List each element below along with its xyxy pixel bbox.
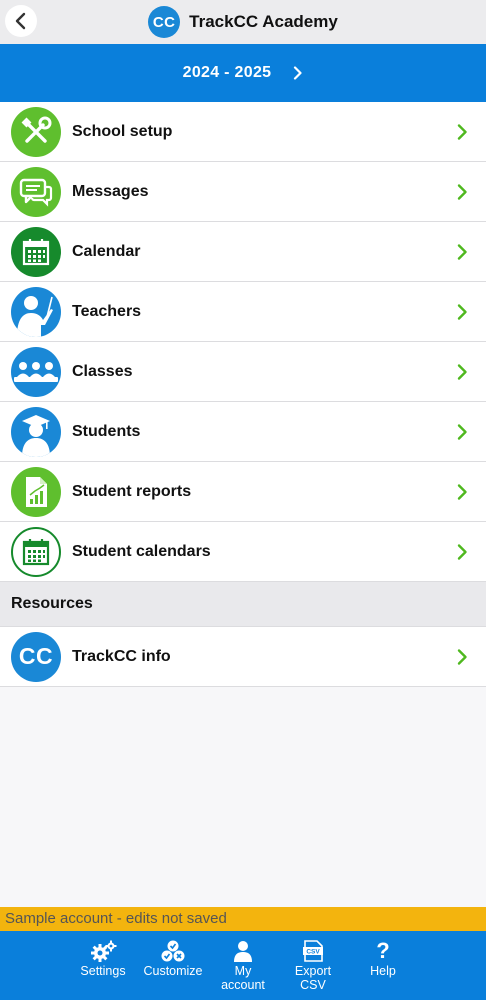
- chevron-right-icon: [457, 648, 468, 665]
- tab-label: Customize: [143, 964, 203, 978]
- chevron-right-icon: [457, 123, 468, 140]
- tab-my-account[interactable]: My account: [208, 931, 278, 1000]
- menu-item-label: TrackCC info: [72, 647, 171, 665]
- tab-help[interactable]: ? Help: [348, 931, 418, 1000]
- chevron-right-icon: [457, 243, 468, 260]
- menu-item-student-reports[interactable]: Student reports: [0, 462, 486, 522]
- chevron-right-icon: [457, 543, 468, 560]
- csv-file-icon: CSV: [302, 940, 324, 962]
- top-header: CC TrackCC Academy: [0, 0, 486, 44]
- menu-item-label: Student calendars: [72, 542, 211, 560]
- menu-item-school-setup[interactable]: School setup: [0, 102, 486, 162]
- trackcc-logo-icon: CC: [11, 631, 61, 682]
- svg-text:CSV: CSV: [306, 949, 320, 956]
- tab-label: My: [234, 964, 252, 978]
- menu-item-label: Student reports: [72, 482, 192, 500]
- menu-item-classes[interactable]: Classes: [0, 342, 486, 402]
- menu-item-label: Students: [72, 422, 141, 440]
- app-title: CC TrackCC Academy: [148, 6, 338, 38]
- bottom-tab-bar: Settings Customize My account CSV Export…: [0, 931, 486, 1000]
- tab-export-csv[interactable]: CSV Export CSV: [278, 931, 348, 1000]
- chevron-right-icon: [293, 66, 303, 80]
- tab-settings[interactable]: Settings: [68, 931, 138, 1000]
- tab-label: Settings: [80, 964, 126, 978]
- calendar-icon: [11, 226, 61, 277]
- report-chart-icon: [11, 466, 61, 517]
- app-logo: CC: [148, 6, 181, 38]
- menu-item-label: School setup: [72, 122, 173, 140]
- chevron-right-icon: [457, 483, 468, 500]
- wrench-screwdriver-icon: [11, 106, 61, 157]
- menu-item-label: Teachers: [72, 302, 142, 320]
- trackcc-logo-text: CC: [18, 643, 54, 669]
- question-mark-icon: ?: [376, 938, 390, 963]
- menu-item-students[interactable]: Students: [0, 402, 486, 462]
- menu-item-student-calendars[interactable]: Student calendars: [0, 522, 486, 582]
- menu-item-teachers[interactable]: Teachers: [0, 282, 486, 342]
- menu-item-calendar[interactable]: Calendar: [0, 222, 486, 282]
- calendar-outline-icon: [11, 526, 61, 577]
- tab-label: Export: [294, 964, 332, 978]
- menu-item-label: Calendar: [72, 242, 141, 260]
- customize-icon: [160, 940, 186, 962]
- teacher-icon: [11, 286, 61, 337]
- year-label: 2024 - 2025: [182, 64, 272, 81]
- page-title: TrackCC Academy: [189, 12, 338, 31]
- chevron-right-icon: [457, 423, 468, 440]
- classroom-icon: [11, 346, 61, 397]
- chat-bubbles-icon: [11, 166, 61, 217]
- tab-label: Help: [370, 964, 396, 978]
- year-selector[interactable]: 2024 - 2025: [0, 44, 486, 102]
- chevron-left-icon: [15, 12, 26, 30]
- sample-account-banner: Sample account - edits not saved: [0, 907, 486, 931]
- tab-label-line2: CSV: [300, 978, 326, 992]
- menu-item-messages[interactable]: Messages: [0, 162, 486, 222]
- menu-item-trackcc-info[interactable]: CC TrackCC info: [0, 627, 486, 687]
- tab-label-line2: account: [221, 978, 265, 992]
- chevron-right-icon: [457, 303, 468, 320]
- chevron-right-icon: [457, 363, 468, 380]
- graduate-icon: [11, 406, 61, 457]
- menu-item-label: Messages: [72, 182, 149, 200]
- tab-customize[interactable]: Customize: [138, 931, 208, 1000]
- section-header-resources: Resources: [0, 582, 486, 627]
- menu-list: School setup Messages Calendar Teachers …: [0, 102, 486, 687]
- back-button[interactable]: [5, 5, 37, 37]
- chevron-right-icon: [457, 183, 468, 200]
- menu-item-label: Classes: [72, 362, 133, 380]
- person-icon: [232, 940, 254, 962]
- gears-icon: [89, 940, 117, 962]
